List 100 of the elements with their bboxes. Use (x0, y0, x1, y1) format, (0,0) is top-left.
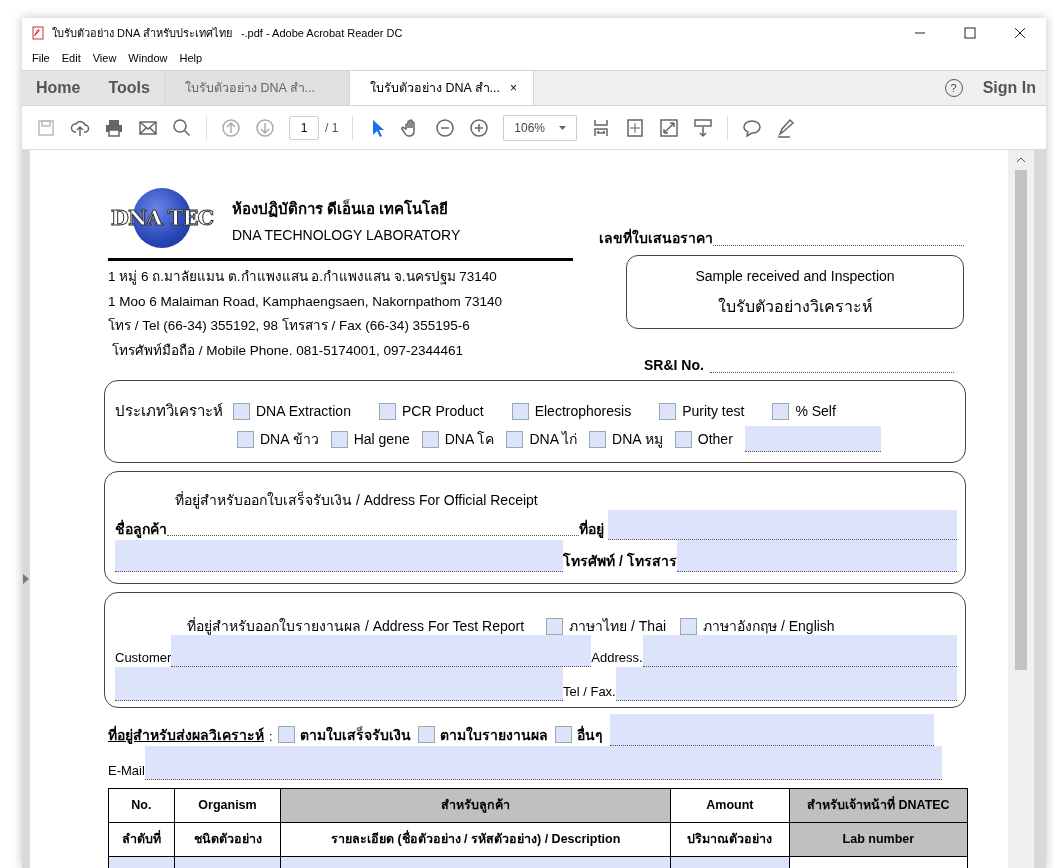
lab-name: ห้องปฏิบัติการ ดีเอ็นเอ เทคโนโลยี (232, 198, 450, 220)
document-tab[interactable]: ใบรับตัวอย่าง DNA สำ... (163, 71, 349, 105)
nav-tab[interactable]: Home (22, 71, 95, 105)
option-label: DNA ไก่ (529, 429, 578, 449)
field-label: Address. (591, 648, 643, 667)
page-count: / 1 (325, 119, 339, 137)
field-label: โทรศัพท์ / โทรสาร (563, 551, 677, 571)
field-label: ประเภทวิเคราะห์ (115, 400, 223, 421)
column-header: รายละเอียด (ชื่อตัวอย่าง / รหัสตัวอย่าง) / Description (280, 822, 671, 857)
column-header: No. (108, 788, 175, 823)
checkbox[interactable] (554, 726, 572, 743)
checkbox[interactable] (589, 430, 607, 448)
section-heading: ที่อยู่สำหรับออกใบรายงานผล / Address For Test Report (187, 616, 525, 637)
input-field[interactable] (744, 426, 881, 452)
input-field[interactable] (115, 540, 563, 572)
input-field[interactable] (615, 667, 957, 701)
checkbox[interactable] (330, 430, 348, 448)
option-label: Hal gene (353, 429, 410, 449)
menu-item[interactable]: Edit (61, 49, 81, 67)
checkbox[interactable] (546, 617, 564, 635)
column-header: Organism (174, 788, 281, 823)
field-label: ที่อยู่ (579, 519, 604, 540)
zoom-out-icon[interactable] (435, 117, 456, 138)
fit-page-icon[interactable] (625, 117, 646, 138)
column-header: ปริมาณตัวอย่าง (670, 822, 790, 857)
input-field[interactable] (676, 540, 957, 572)
field-label: ที่อยู่สำหรับส่งผลวิเคราะห์ (108, 725, 264, 746)
zoom-in-icon[interactable] (469, 117, 490, 138)
option-label: ภาษาอังกฤษ / English (703, 616, 835, 636)
checkbox[interactable] (772, 402, 790, 420)
checkbox[interactable] (417, 726, 435, 743)
print-icon[interactable] (104, 117, 124, 138)
input-field[interactable] (171, 635, 592, 667)
caret-icon (559, 125, 567, 130)
form-title: ใบรับตัวอย่างวิเคราะห์ (717, 296, 873, 317)
option-label: อื่นๆ (576, 725, 603, 745)
search-icon[interactable] (172, 117, 192, 138)
option-label: DNA Extraction (256, 401, 351, 421)
checkbox[interactable] (233, 402, 250, 420)
option-label: DNA ข้าว (260, 429, 319, 449)
checkbox[interactable] (421, 430, 439, 448)
input-field[interactable] (144, 746, 942, 780)
input-field[interactable] (115, 667, 563, 701)
field-label: Tel / Fax. (563, 682, 616, 701)
option-label: % Self (795, 401, 836, 421)
scrollbar[interactable] (1008, 150, 1034, 868)
checkbox[interactable] (674, 430, 692, 448)
input-field[interactable] (609, 714, 934, 746)
zoom-dropdown[interactable]: 106% (503, 114, 578, 141)
option-label: PCR Product (401, 401, 484, 421)
option-label: ภาษาไทย / Thai (569, 616, 667, 636)
nav-tab[interactable]: Tools (94, 71, 164, 105)
menu-item[interactable]: File (32, 49, 50, 67)
column-header: ลำดับที่ (108, 822, 175, 857)
close-tab-icon[interactable]: × (510, 79, 518, 97)
page-number-field[interactable]: 1 (289, 115, 319, 140)
pen-icon[interactable] (776, 117, 797, 138)
form-title: Sample received and Inspection (695, 266, 895, 286)
field-label: Customer (115, 648, 172, 667)
address-line: โทรศัพท์มือถือ / Mobile Phone. 081-5174001, 097-2344461 (111, 341, 464, 360)
checkbox[interactable] (237, 430, 254, 448)
checkbox[interactable] (277, 726, 295, 743)
menu-item[interactable]: View (92, 49, 117, 67)
arrow-up-icon[interactable] (221, 117, 241, 138)
sign-in-link[interactable]: Sign In (982, 76, 1036, 100)
window-title: ใบรับตัวอย่าง DNA สำหรับประเทศไทย -.pdf - Adobe Acrobat Reader DC (52, 25, 403, 41)
document-tab[interactable]: ใบรับตัวอย่าง DNA สำ... × (348, 71, 534, 105)
menu-item[interactable]: Help (179, 49, 203, 67)
option-label: DNA หมู (612, 429, 663, 450)
full-screen-icon[interactable] (659, 117, 680, 138)
checkbox[interactable] (680, 617, 698, 635)
option-label: ตามใบรายงานผล (439, 725, 548, 745)
checkbox[interactable] (511, 402, 529, 420)
column-header: สำหรับลูกค้า (280, 788, 671, 823)
checkbox[interactable] (506, 430, 524, 448)
scroll-mode-icon[interactable] (693, 117, 714, 138)
comment-icon[interactable] (742, 117, 763, 138)
checkbox[interactable] (659, 402, 677, 420)
option-label: Purity test (682, 401, 745, 421)
input-field[interactable] (608, 510, 957, 540)
scroll-thumb[interactable] (1015, 170, 1027, 670)
column-header: Lab number (789, 822, 968, 857)
field-label: ชื่อลูกค้า (115, 519, 167, 540)
sr-number-label: SR&I No. (644, 356, 704, 375)
option-label: Electrophoresis (534, 401, 632, 421)
save-icon[interactable] (36, 117, 56, 138)
menu-item[interactable]: Window (128, 49, 168, 67)
close-icon[interactable] (1014, 27, 1026, 39)
arrow-down-icon[interactable] (255, 117, 275, 138)
scroll-up-icon[interactable] (1016, 156, 1026, 164)
section-heading: ที่อยู่สำหรับออกใบเสร็จรับเงิน / Address For Official Receipt (174, 490, 539, 510)
checkbox[interactable] (378, 402, 396, 420)
maximize-icon[interactable] (964, 27, 976, 39)
address-line: 1 Moo 6 Malaiman Road, Kamphaengsaen, Nakornpathom 73140 (108, 292, 503, 311)
address-line: 1 หมู่ 6 ถ.มาลัยแมน ต.กำแพงแสน อ.กำแพงแสน จ.นครปฐม 73140 (108, 268, 498, 287)
colon-text: : (269, 727, 273, 746)
field-label: E-Mail (108, 761, 145, 780)
option-label: Other (697, 429, 733, 449)
column-header: ชนิดตัวอย่าง (174, 822, 281, 857)
input-field[interactable] (642, 635, 957, 667)
